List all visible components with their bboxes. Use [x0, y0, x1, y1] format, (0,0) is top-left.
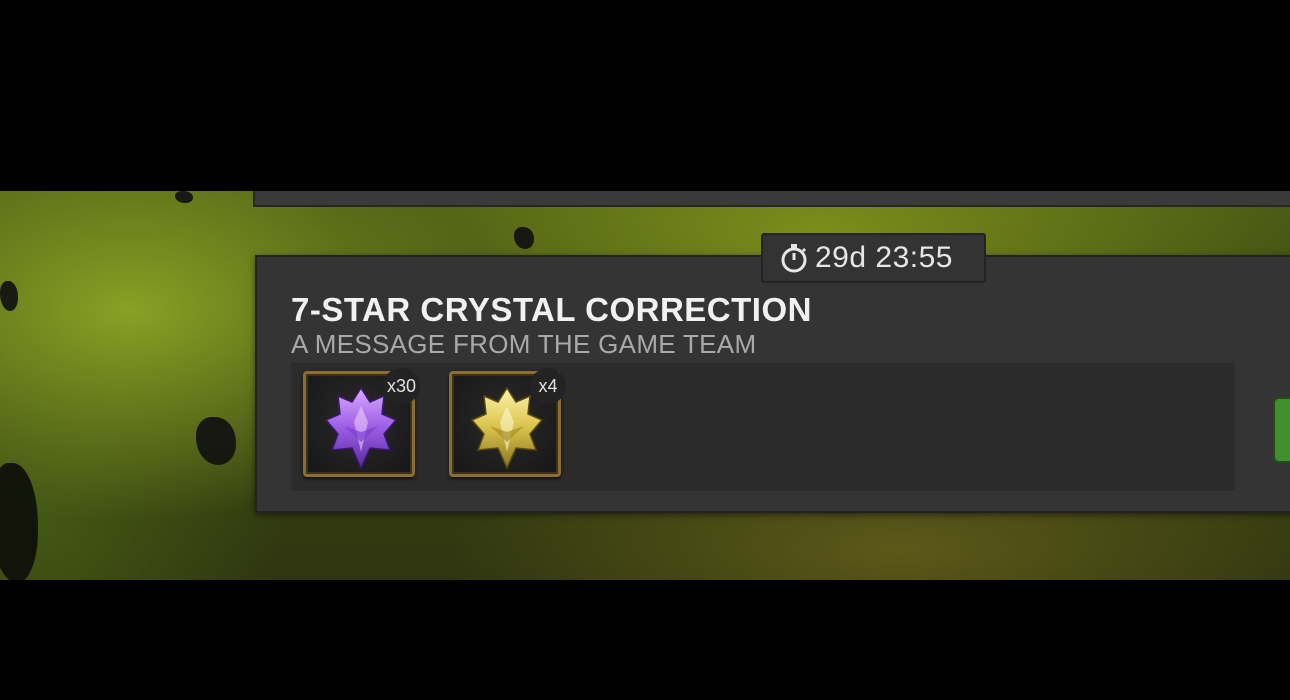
asteroid-rock: [514, 227, 534, 249]
timer-text: 29d 23:55: [815, 241, 953, 274]
gold-crystal-icon: [470, 386, 544, 470]
message-title: 7-STAR CRYSTAL CORRECTION: [291, 291, 812, 328]
claim-button[interactable]: [1273, 397, 1290, 463]
expiry-timer: 29d 23:55: [761, 233, 986, 283]
rewards-panel: x30 x4: [291, 363, 1235, 491]
asteroid-rock: [175, 191, 193, 203]
asteroid-rock: [196, 417, 236, 465]
message-subtitle: A MESSAGE FROM THE GAME TEAM: [291, 329, 757, 359]
previous-message-card-edge: [253, 191, 1290, 207]
reward-item[interactable]: x30: [303, 368, 420, 477]
space-background: 7-STAR CRYSTAL CORRECTION A MESSAGE FROM…: [0, 191, 1290, 580]
message-card[interactable]: 7-STAR CRYSTAL CORRECTION A MESSAGE FROM…: [255, 255, 1290, 513]
asteroid-rock: [0, 281, 18, 311]
reward-quantity-badge: x4: [530, 368, 566, 404]
reward-quantity-badge: x30: [382, 368, 420, 404]
reward-item[interactable]: x4: [449, 368, 566, 477]
asteroid-rock: [0, 463, 38, 580]
purple-crystal-icon: [324, 386, 398, 470]
stopwatch-icon: [781, 244, 807, 273]
